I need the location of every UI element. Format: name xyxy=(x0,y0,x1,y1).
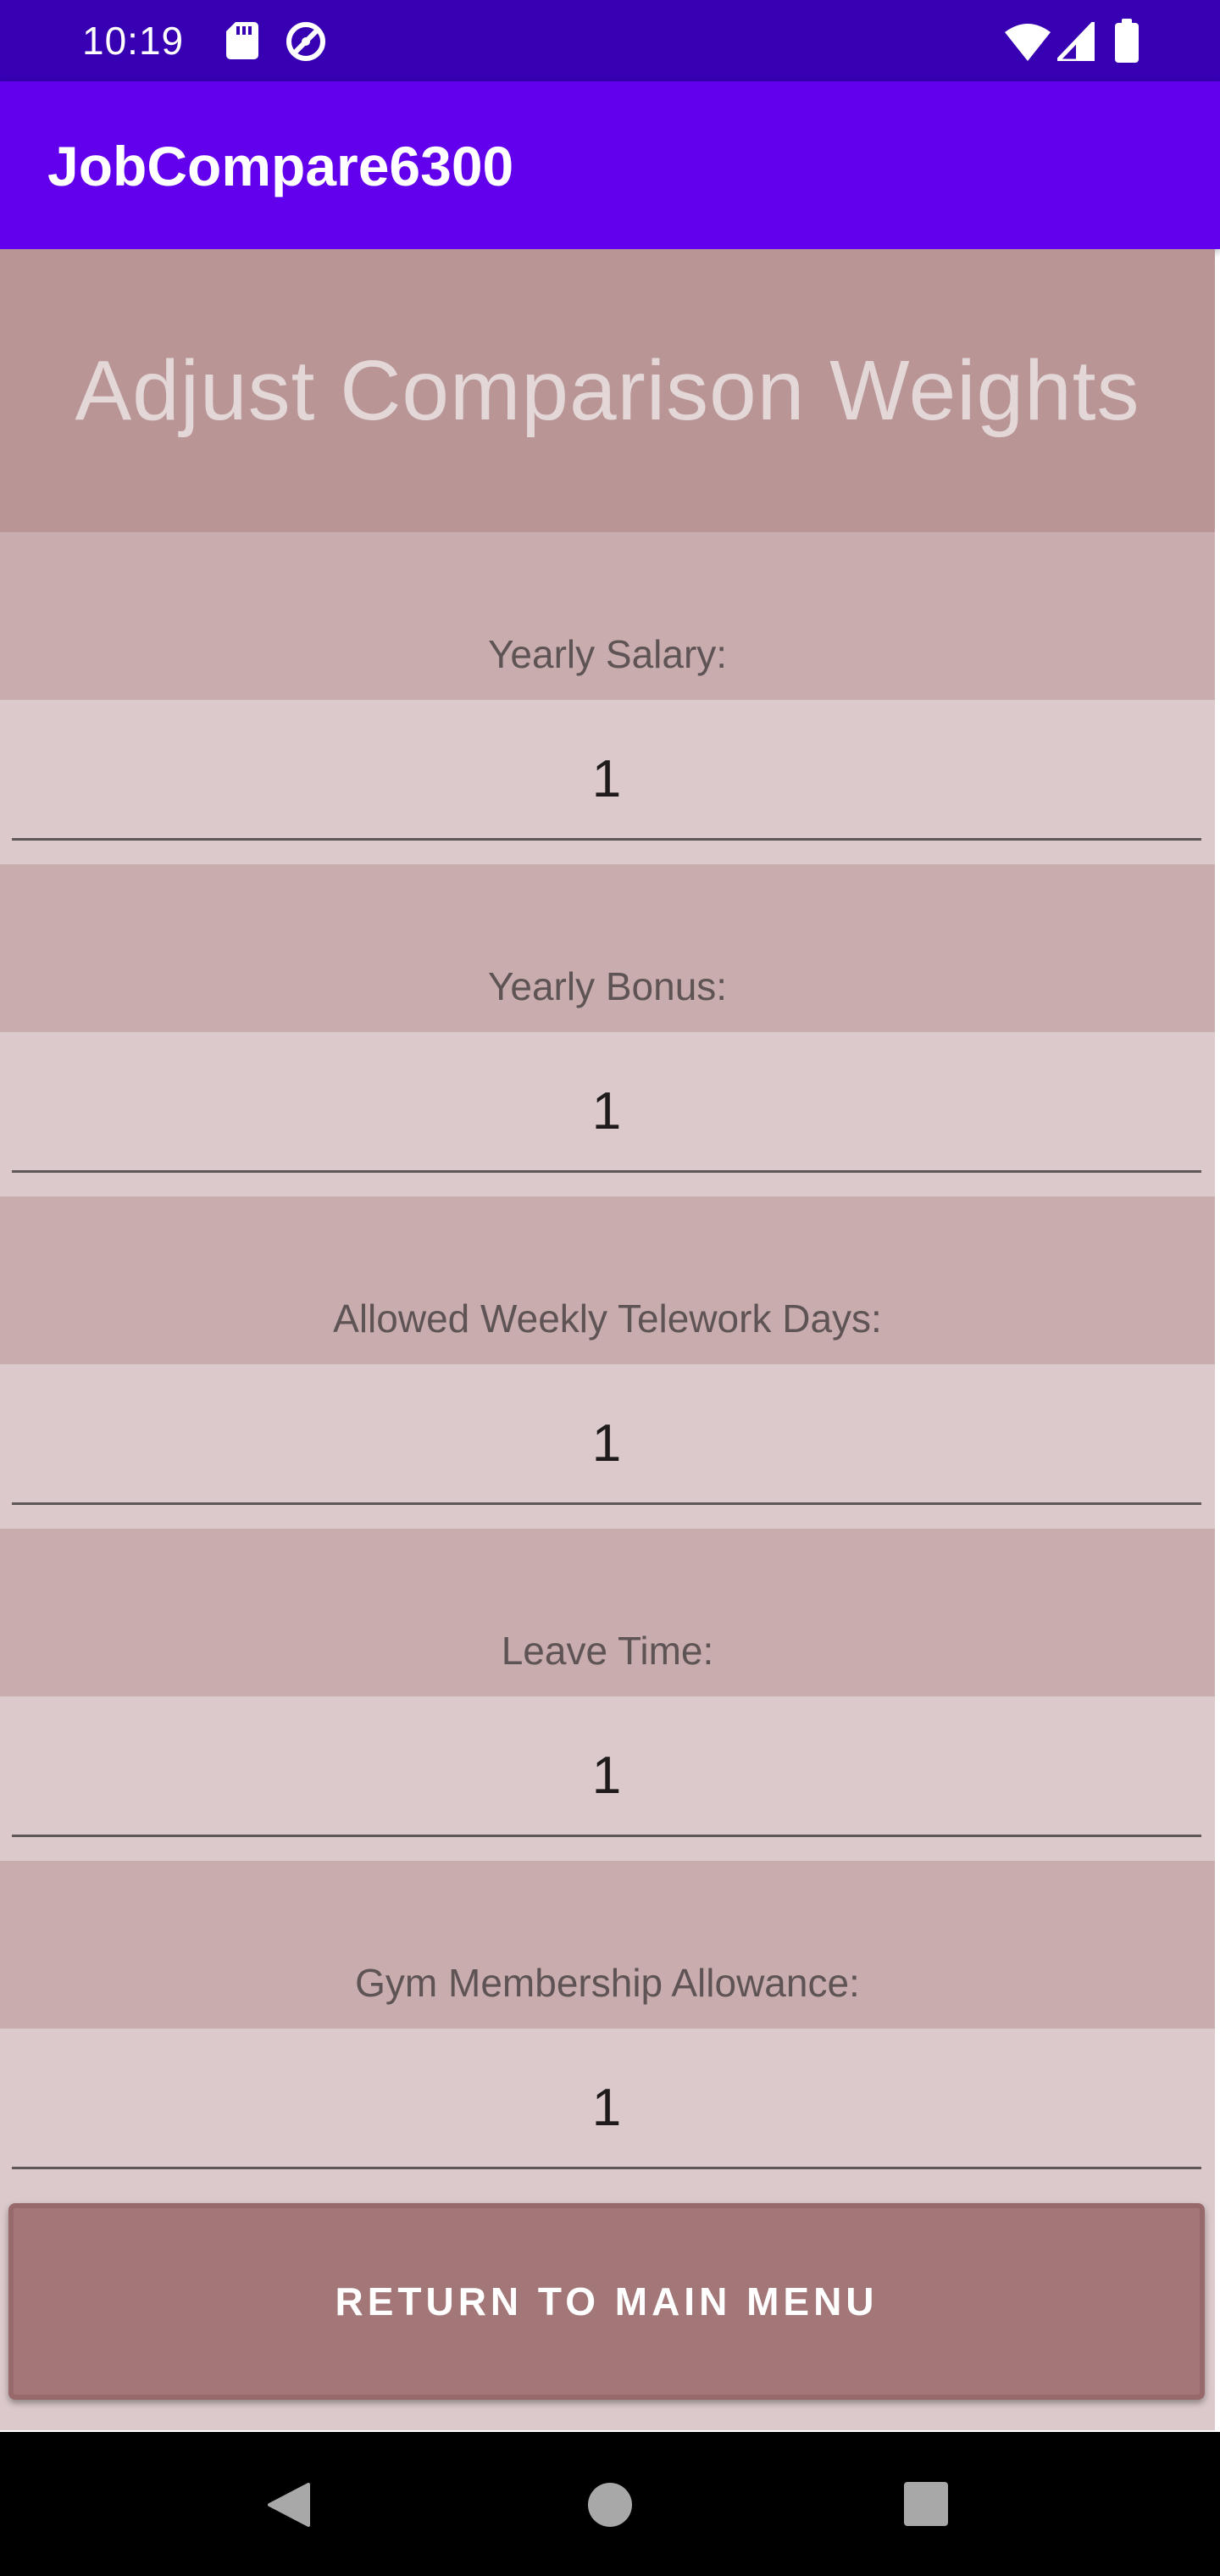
gym-allowance-weight-input[interactable] xyxy=(12,2029,1201,2169)
home-icon[interactable] xyxy=(586,2481,634,2529)
yearly-salary-label: Yearly Salary: xyxy=(487,632,728,676)
sd-card-icon xyxy=(226,22,258,59)
yearly-salary-weight-input[interactable] xyxy=(12,700,1201,841)
recents-icon[interactable] xyxy=(903,2481,949,2527)
telework-days-field-row xyxy=(0,1364,1215,1529)
app-screen: 10:19 JobCompare6300 Adjust Comparison W… xyxy=(0,0,1220,2576)
gym-allowance-label: Gym Membership Allowance: xyxy=(355,1961,860,2005)
back-icon[interactable] xyxy=(264,2481,312,2529)
yearly-bonus-label: Yearly Bonus: xyxy=(487,964,728,1008)
yearly-bonus-label-row: Yearly Bonus: xyxy=(0,864,1215,1032)
gym-allowance-field-row xyxy=(0,2029,1215,2193)
gym-allowance-label-row: Gym Membership Allowance: xyxy=(0,1861,1215,2029)
status-time: 10:19 xyxy=(82,19,185,63)
return-to-main-menu-button[interactable]: RETURN TO MAIN MENU xyxy=(8,2203,1205,2400)
leave-time-label: Leave Time: xyxy=(501,1629,714,1673)
wifi-icon xyxy=(1005,24,1051,61)
do-not-disturb-icon xyxy=(286,22,325,61)
battery-icon xyxy=(1115,19,1139,63)
app-title: JobCompare6300 xyxy=(47,135,514,197)
leave-time-field-row xyxy=(0,1696,1215,1861)
cell-signal-icon xyxy=(1057,22,1095,61)
telework-days-weight-input[interactable] xyxy=(12,1364,1201,1505)
yearly-bonus-weight-input[interactable] xyxy=(12,1032,1201,1173)
telework-days-label-row: Allowed Weekly Telework Days: xyxy=(0,1196,1215,1364)
telework-days-label: Allowed Weekly Telework Days: xyxy=(333,1296,882,1341)
leave-time-weight-input[interactable] xyxy=(12,1696,1201,1837)
page-heading-container: Adjust Comparison Weights xyxy=(0,249,1215,532)
yearly-salary-label-row: Yearly Salary: xyxy=(0,532,1215,700)
app-bar: JobCompare6300 xyxy=(0,81,1220,249)
navigation-bar xyxy=(0,2432,1220,2576)
yearly-salary-field-row xyxy=(0,700,1215,864)
weights-form: Adjust Comparison Weights Yearly Salary:… xyxy=(0,249,1215,2430)
page-heading: Adjust Comparison Weights xyxy=(75,342,1140,438)
leave-time-label-row: Leave Time: xyxy=(0,1529,1215,1696)
status-bar: 10:19 xyxy=(0,0,1220,81)
yearly-bonus-field-row xyxy=(0,1032,1215,1196)
